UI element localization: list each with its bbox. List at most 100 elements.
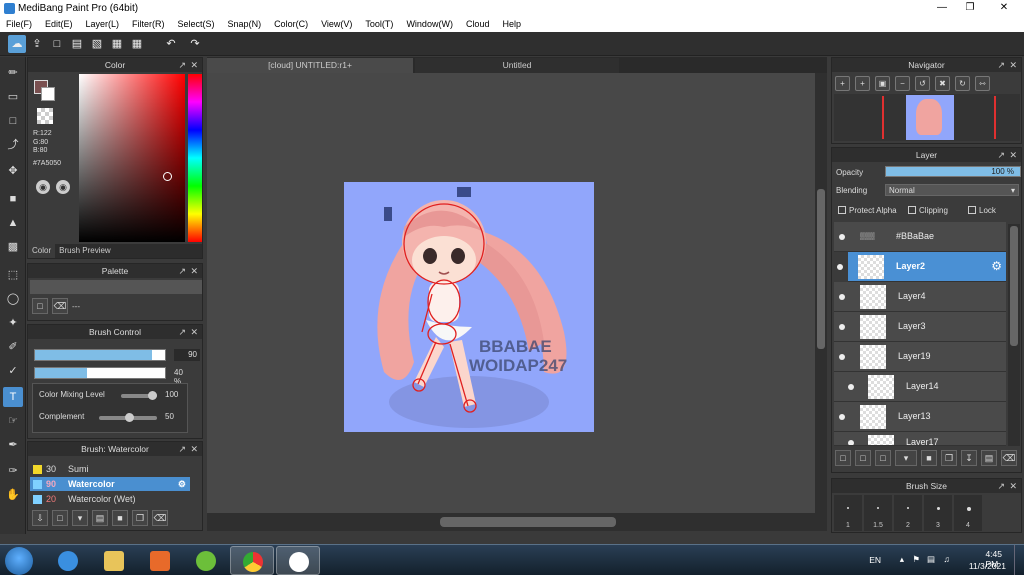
menu-color[interactable]: Color(C) (274, 17, 308, 32)
duplicate-layer-icon[interactable]: ❐ (941, 450, 957, 466)
saturation-value-picker[interactable] (79, 74, 185, 242)
layer-row[interactable]: Layer3 (834, 312, 1006, 342)
canvas-area[interactable]: BBABAE WOIDAP247 (207, 73, 815, 513)
brush-item-watercolor-wet[interactable]: 20 Watercolor (Wet) (30, 492, 190, 506)
menu-cloud[interactable]: Cloud (466, 17, 490, 32)
color-mixing-knob[interactable] (148, 391, 157, 400)
zoom-out-icon[interactable]: − (895, 76, 910, 91)
layer-row[interactable]: Layer4 (834, 282, 1006, 312)
move-tool-icon[interactable]: ✥ (3, 161, 23, 181)
visibility-icon[interactable] (837, 264, 843, 270)
material-icon[interactable]: ▦ (108, 35, 126, 53)
tab-cloud-untitled[interactable]: [cloud] UNTITLED:r1+ (207, 58, 413, 73)
brush-settings-gear-icon[interactable]: ⚙ (178, 477, 186, 491)
transparent-color-swatch[interactable] (37, 108, 53, 124)
popout-icon[interactable]: ↗ (997, 479, 1005, 493)
flag-icon[interactable]: ⚑ (912, 554, 920, 565)
fit-icon[interactable]: ▣ (875, 76, 890, 91)
brush-size-preset[interactable]: 1 (834, 495, 862, 531)
layer-opacity-slider[interactable]: 100 % (885, 166, 1021, 177)
taskbar-media[interactable] (138, 546, 182, 575)
rectangle-fill-icon[interactable]: ■ (3, 189, 23, 209)
visibility-icon[interactable] (839, 234, 845, 240)
volume-icon[interactable]: ♫ (944, 554, 950, 564)
folder-icon[interactable]: ■ (921, 450, 937, 466)
text-tool-icon[interactable]: T (3, 387, 23, 407)
add-brush-menu-icon[interactable]: ▾ (72, 510, 88, 526)
color-mixing-slider[interactable] (121, 391, 157, 400)
brush-item-sumi[interactable]: 30 Sumi (30, 462, 190, 476)
add-layer-menu-icon[interactable]: ▾ (895, 450, 917, 466)
popout-icon[interactable]: ↗ (178, 325, 186, 339)
show-desktop-button[interactable] (1014, 545, 1024, 575)
brush-size-preset[interactable]: 1.5 (864, 495, 892, 531)
message-icon[interactable]: ▤ (68, 35, 86, 53)
layer-row[interactable]: Layer14 (834, 372, 1006, 402)
visibility-icon[interactable] (839, 354, 845, 360)
color-picker-cursor[interactable] (163, 172, 172, 181)
new-palette-icon[interactable]: □ (32, 298, 48, 314)
lasso-icon[interactable]: ◯ (3, 289, 23, 309)
clock-date[interactable]: 11/3/2021 (969, 561, 1006, 571)
taskbar-explorer[interactable] (92, 546, 136, 575)
layer-row[interactable]: Layer17 (834, 432, 1006, 446)
eyedropper-icon[interactable]: ✒ (3, 435, 23, 455)
download-brush-icon[interactable]: ⇩ (32, 510, 48, 526)
delete-palette-icon[interactable]: ⌫ (52, 298, 68, 314)
visibility-icon[interactable] (839, 294, 845, 300)
gradient-tool-icon[interactable]: ▩ (3, 237, 23, 257)
popout-icon[interactable]: ↗ (997, 148, 1005, 162)
menu-help[interactable]: Help (502, 17, 521, 32)
rotate-right-icon[interactable]: ↻ (955, 76, 970, 91)
close-icon[interactable]: ✕ (190, 264, 198, 278)
duplicate-icon[interactable]: ❐ (132, 510, 148, 526)
flip-icon[interactable]: ⇿ (975, 76, 990, 91)
lock-checkbox[interactable]: Lock (968, 206, 996, 215)
minimize-icon[interactable]: — (928, 0, 956, 17)
blending-select[interactable]: Normal ▾ (885, 184, 1019, 196)
popout-icon[interactable]: ↗ (178, 442, 186, 456)
eraser-tool-icon[interactable]: ▭ (3, 87, 23, 107)
hand-tool-icon[interactable]: ✋ (3, 485, 23, 505)
taskbar-medibang[interactable] (276, 546, 320, 575)
language-indicator[interactable]: EN (869, 555, 881, 565)
menu-snap[interactable]: Snap(N) (228, 17, 262, 32)
close-icon[interactable]: ✕ (190, 58, 198, 72)
redo-icon[interactable]: ↷ (186, 35, 204, 53)
brush-tool-icon[interactable]: ✏ (3, 63, 23, 83)
artwork-canvas[interactable]: BBABAE WOIDAP247 (344, 182, 594, 432)
tab-color[interactable]: Color (28, 244, 56, 258)
menu-layer[interactable]: Layer(L) (86, 17, 120, 32)
close-icon[interactable]: ✕ (190, 442, 198, 456)
tray-arrow-icon[interactable]: ▴ (900, 554, 904, 565)
zoom-in-icon[interactable]: + (835, 76, 850, 91)
canvas-horizontal-scrollbar[interactable] (207, 513, 827, 531)
bucket-tool-icon[interactable]: ▲ (3, 213, 23, 233)
layer-row[interactable]: ▒▒▒ #BBaBae (834, 222, 1006, 252)
visibility-icon[interactable] (848, 440, 854, 445)
close-icon[interactable]: ✕ (190, 325, 198, 339)
select-eraser-icon[interactable]: ✓ (3, 361, 23, 381)
popout-icon[interactable]: ↗ (997, 58, 1005, 72)
close-icon[interactable]: ✕ (1009, 58, 1017, 72)
network-icon[interactable]: ▤ (927, 554, 935, 565)
new-halftone-layer-icon[interactable]: □ (855, 450, 871, 466)
menu-tool[interactable]: Tool(T) (365, 17, 393, 32)
pen-tool-icon[interactable]: ✑ (3, 461, 23, 481)
navigator-preview[interactable] (834, 94, 1020, 141)
layer-row-selected[interactable]: Layer2 ⚙ (837, 252, 1006, 282)
tab-untitled[interactable]: Untitled (415, 58, 619, 73)
new-brush-icon[interactable]: □ (52, 510, 68, 526)
brush-size-preset[interactable]: 4 (954, 495, 982, 531)
taskbar-chrome[interactable] (230, 546, 274, 575)
zoom-in-alt-icon[interactable]: + (855, 76, 870, 91)
select-pen-icon[interactable]: ✐ (3, 337, 23, 357)
new-layer-icon[interactable]: □ (835, 450, 851, 466)
taskbar-ie[interactable] (46, 546, 90, 575)
close-icon[interactable]: ✕ (1009, 148, 1017, 162)
copy-brush-icon[interactable]: ▤ (92, 510, 108, 526)
popout-icon[interactable]: ↗ (178, 264, 186, 278)
document-icon[interactable]: ▧ (88, 35, 106, 53)
folder-icon[interactable]: ■ (112, 510, 128, 526)
undo-icon[interactable]: ↶ (162, 35, 180, 53)
